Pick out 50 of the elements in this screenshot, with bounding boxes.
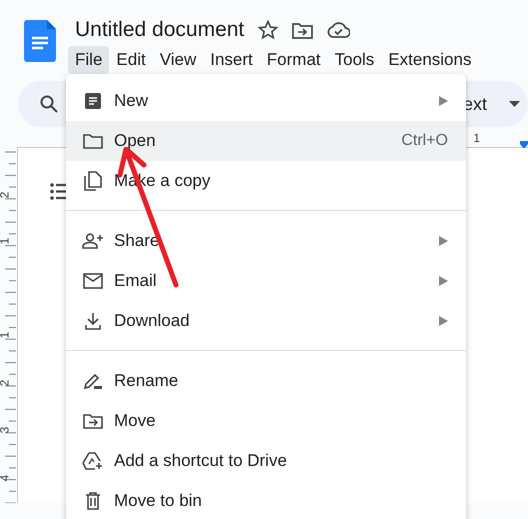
menu-item[interactable]: Email [66,261,466,301]
envelope-icon [83,273,103,289]
copy-icon [84,171,102,191]
folder-arrow-icon [83,413,103,429]
menu-item-label: Rename [114,371,178,391]
menu-item-label: New [114,91,148,111]
folder-icon [83,133,103,149]
ruler-number: 2 [0,380,10,386]
menu-item-label: Email [114,271,157,291]
menu-item-label: Download [114,311,190,331]
add-person-icon [82,233,104,249]
star-icon[interactable] [258,20,278,40]
menu-item[interactable]: Open Ctrl+O [66,121,466,161]
folder-arrow-icon[interactable] [292,22,314,38]
keyboard-shortcut: Ctrl+O [401,132,448,150]
menu-item-label: Share [114,231,160,251]
ruler-number: 2 [0,192,10,198]
menu-item-label: Add a shortcut to Drive [114,451,287,471]
menu-item[interactable]: Move to bin [66,481,466,519]
menu-item[interactable]: Move [66,401,466,441]
menu-bar-item[interactable]: Insert [203,46,260,74]
document-title[interactable]: Untitled document [75,18,244,42]
trash-icon [85,492,101,510]
menu-item[interactable]: New [66,81,466,121]
triangle-plus-icon [82,452,104,470]
menu-item[interactable]: Rename [66,361,466,401]
download-icon [84,312,102,330]
menu-item[interactable]: Download [66,301,466,341]
menu-item-label: Move [114,411,156,431]
menu-bar-item[interactable]: Extensions [381,46,478,74]
ruler-number: 3 [0,426,10,434]
document-logo-icon[interactable] [24,20,56,62]
menu-item-label: Move to bin [114,491,202,511]
pencil-icon [83,372,103,390]
caret-icon[interactable] [509,101,520,107]
menu-bar-item[interactable]: Edit [109,46,153,74]
menu-item[interactable]: Add a shortcut to Drive [66,441,466,481]
menu-bar-item[interactable]: View [152,46,204,74]
ruler-number: 1 [0,332,10,338]
menu-item[interactable]: Share [66,221,466,261]
menu-item-label: Open [114,131,156,151]
menu-bar-item[interactable]: Format [260,46,328,74]
ruler-number: 1 [473,131,480,145]
ruler-number: 1 [0,238,10,244]
menu-bar-item[interactable]: File [68,46,110,74]
search-icon[interactable] [40,95,58,113]
cloud-check-icon[interactable] [327,22,350,38]
new-document-icon [84,92,102,110]
menu-bar-item[interactable]: Tools [328,46,382,74]
ruler-number: 4 [0,474,10,482]
